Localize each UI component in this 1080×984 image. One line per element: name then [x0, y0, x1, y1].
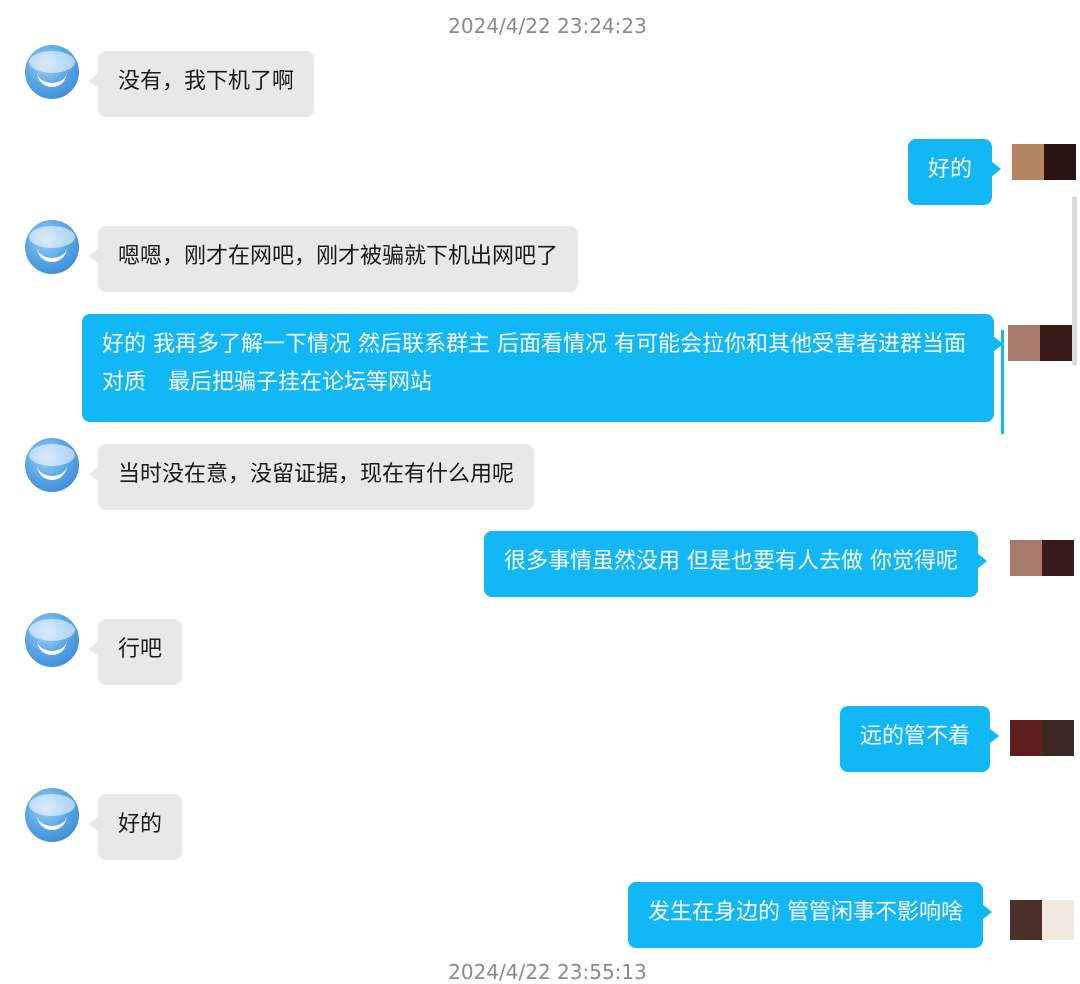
- contact-avatar-icon[interactable]: [25, 438, 79, 492]
- incoming-message-bubble[interactable]: 当时没在意，没留证据，现在有什么用呢: [88, 444, 535, 510]
- chat-message-area: 2024/4/22 23:24:23 没有，我下机了啊 好的 嗯嗯，刚才在网吧，…: [0, 0, 1080, 984]
- self-avatar-icon[interactable]: [1012, 144, 1076, 180]
- contact-avatar-icon[interactable]: [25, 220, 79, 274]
- incoming-message-bubble[interactable]: 好的: [88, 794, 183, 860]
- outgoing-message-bubble[interactable]: 远的管不着: [840, 706, 1000, 772]
- contact-avatar-icon[interactable]: [25, 45, 79, 99]
- contact-avatar-icon[interactable]: [25, 613, 79, 667]
- incoming-message-bubble[interactable]: 嗯嗯，刚才在网吧，刚才被骗就下机出网吧了: [88, 226, 579, 292]
- contact-avatar-icon[interactable]: [25, 788, 79, 842]
- outgoing-message-bubble[interactable]: 好的 我再多了解一下情况 然后联系群主 后面看情况 有可能会拉你和其他受害者进群…: [82, 314, 1003, 422]
- outgoing-message-bubble[interactable]: 很多事情虽然没用 但是也要有人去做 你觉得呢: [484, 531, 987, 597]
- self-avatar-icon[interactable]: [1010, 540, 1074, 576]
- self-avatar-icon[interactable]: [1010, 900, 1074, 940]
- outgoing-message-bubble[interactable]: 好的: [908, 139, 1002, 205]
- selection-marker: [1001, 330, 1004, 434]
- incoming-message-bubble[interactable]: 没有，我下机了啊: [88, 51, 315, 117]
- self-avatar-icon[interactable]: [1010, 720, 1074, 756]
- timestamp: 2024/4/22 23:24:23: [448, 14, 647, 38]
- incoming-message-bubble[interactable]: 行吧: [88, 619, 183, 685]
- scrollbar[interactable]: [1072, 196, 1077, 366]
- outgoing-message-bubble[interactable]: 发生在身边的 管管闲事不影响啥: [628, 882, 992, 948]
- timestamp: 2024/4/22 23:55:13: [448, 960, 647, 984]
- self-avatar-icon[interactable]: [1008, 325, 1072, 361]
